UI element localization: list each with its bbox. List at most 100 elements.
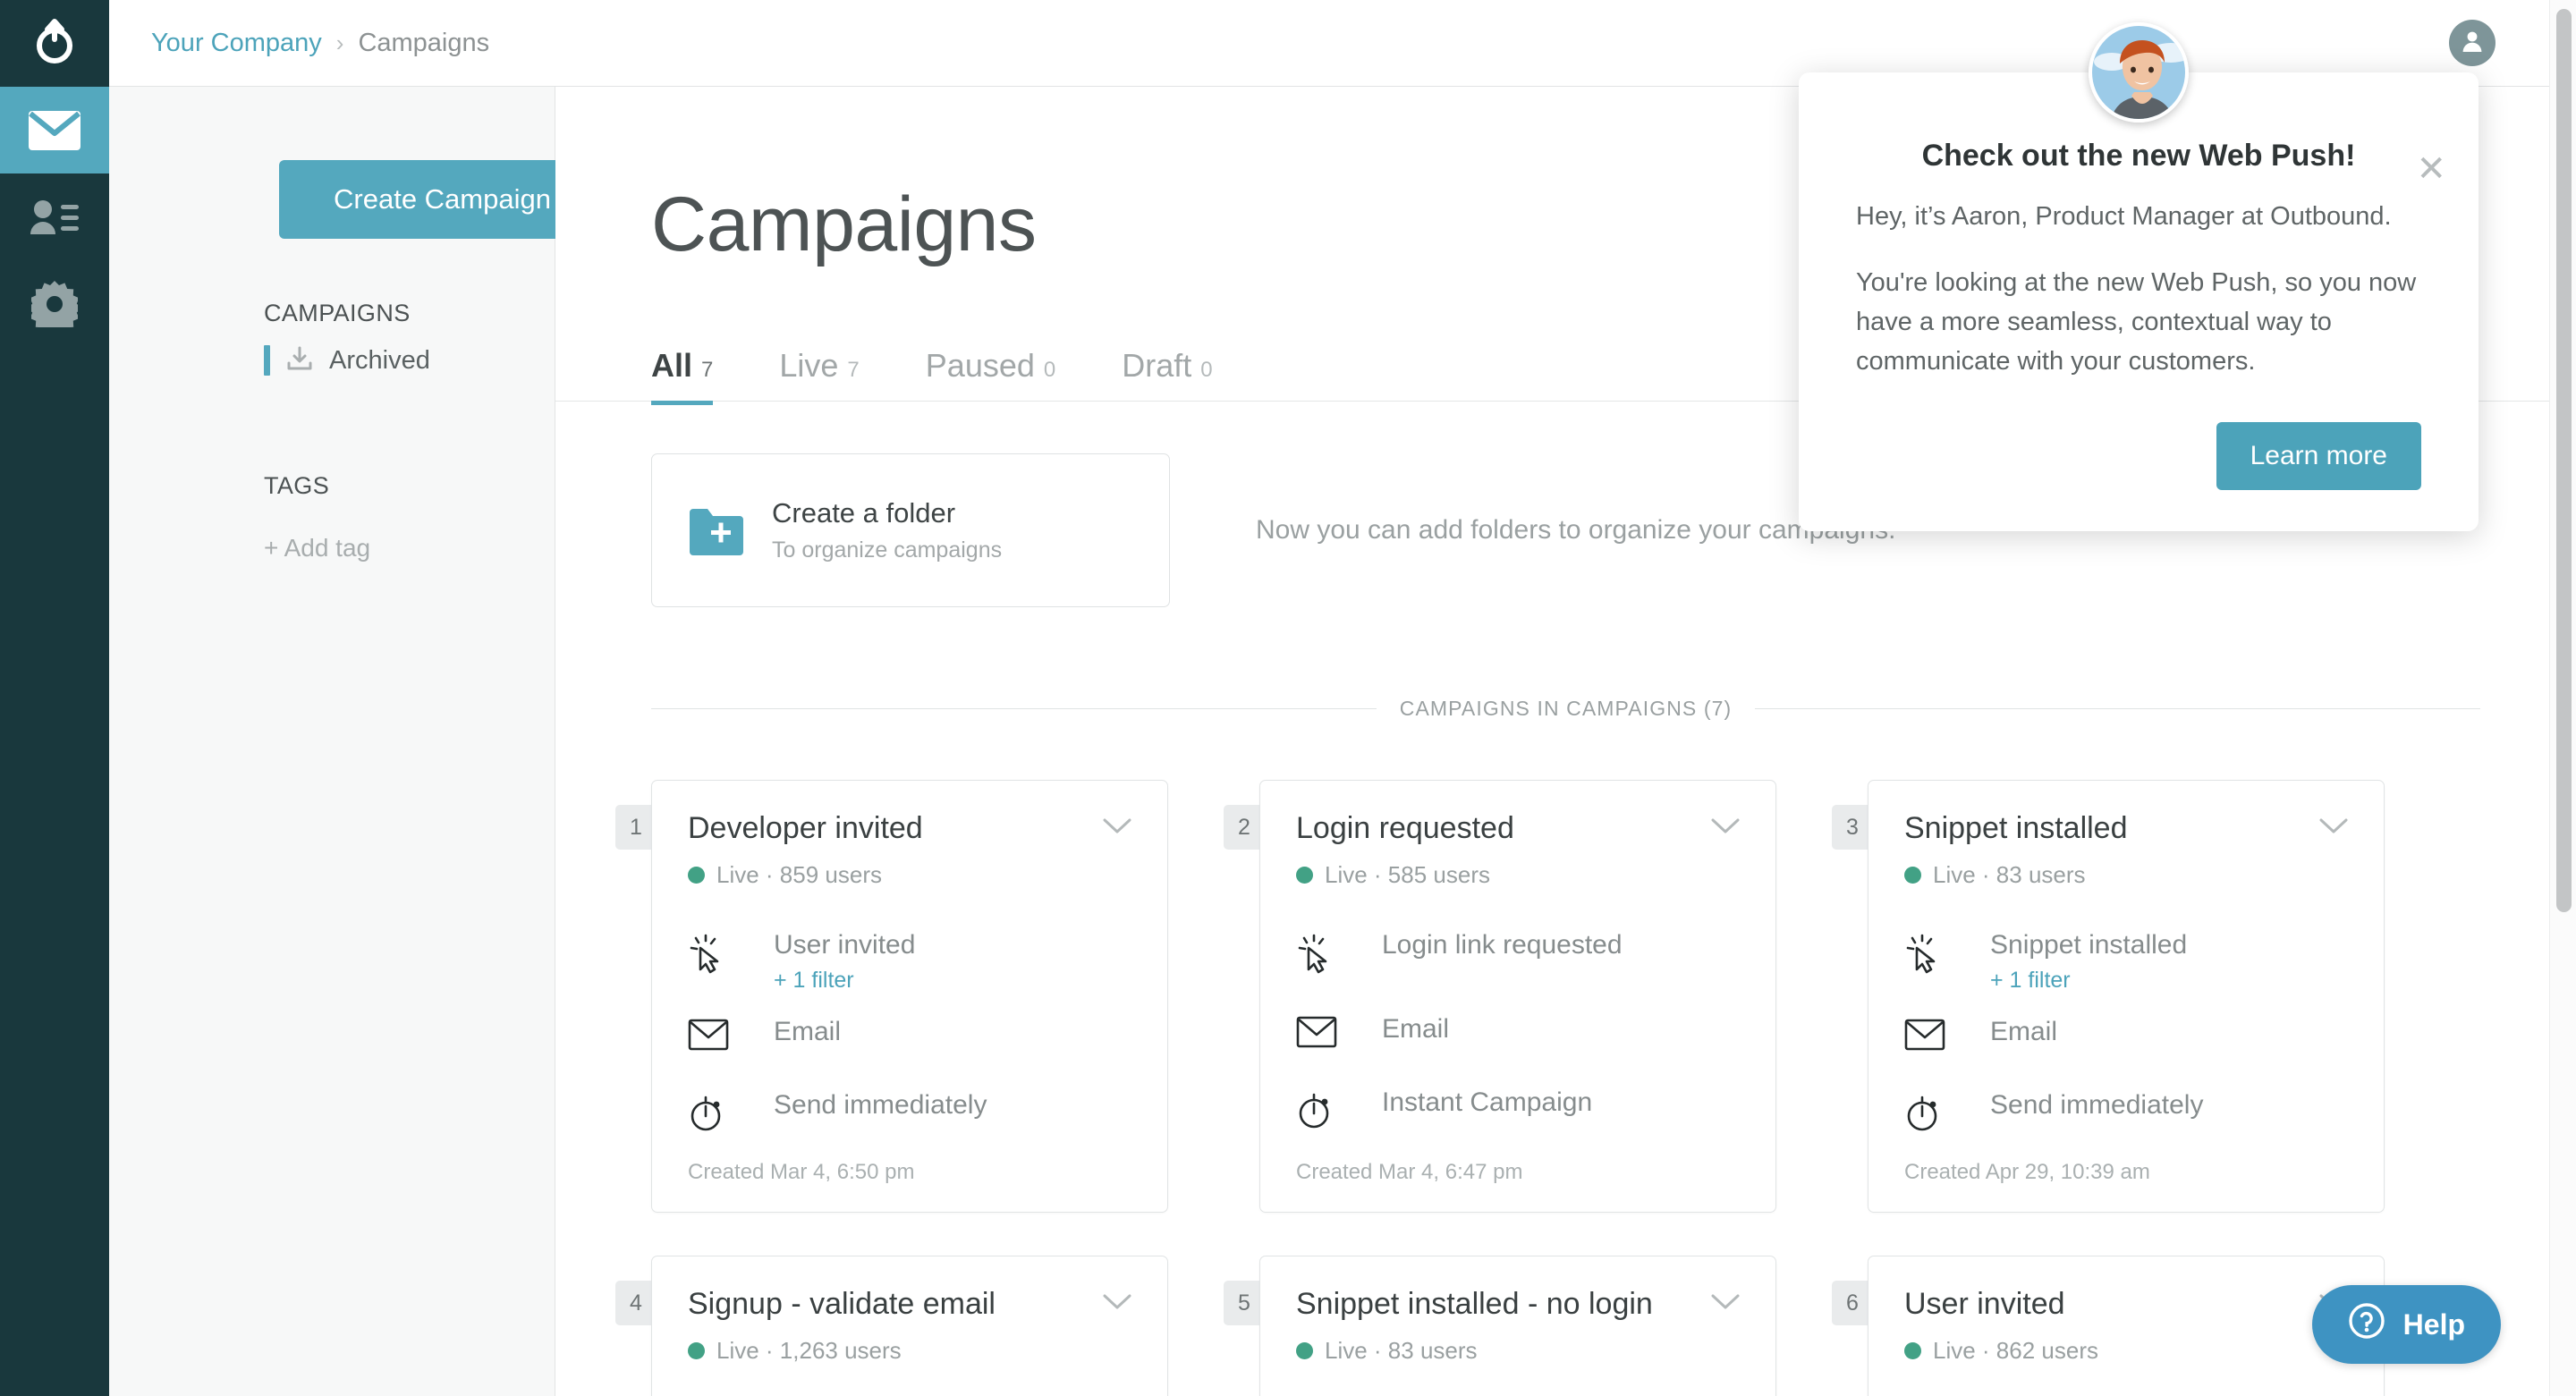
campaign-status: Live · 585 users bbox=[1296, 861, 1740, 889]
campaign-title: Snippet installed bbox=[1904, 811, 2128, 845]
campaign-channel-label: Email bbox=[774, 1016, 842, 1046]
add-tag-button[interactable]: + Add tag bbox=[109, 534, 555, 563]
campaign-created: Created Mar 4, 6:50 pm bbox=[688, 1160, 915, 1184]
campaign-card[interactable]: Developer invited Live · 859 users User … bbox=[651, 780, 1168, 1213]
tab-paused[interactable]: Paused 0 bbox=[926, 347, 1055, 405]
status-dot-icon bbox=[1296, 866, 1313, 884]
campaign-channel-row: Email bbox=[688, 1017, 1131, 1051]
learn-more-button[interactable]: Learn more bbox=[2216, 422, 2421, 491]
campaign-card[interactable]: Snippet installed - no login Live · 83 u… bbox=[1259, 1256, 1776, 1396]
user-avatar-button[interactable] bbox=[2449, 20, 2496, 66]
sidebar-item-archived[interactable]: Archived bbox=[109, 345, 555, 376]
campaign-channel-texts: Email bbox=[1990, 1017, 2057, 1047]
campaign-card-wrap: 6 User invited Live · 862 users bbox=[1832, 1256, 2385, 1396]
campaign-card-head: Login requested bbox=[1296, 810, 1740, 847]
click-cursor-icon bbox=[1904, 930, 1990, 975]
popover-body: Hey, it’s Aaron, Product Manager at Outb… bbox=[1856, 197, 2421, 381]
campaign-trigger-label: Login link requested bbox=[1382, 929, 1623, 960]
icon-rail bbox=[0, 0, 109, 1396]
rail-item-people[interactable] bbox=[0, 173, 109, 260]
person-photo-avatar bbox=[2089, 22, 2189, 123]
campaign-title: Snippet installed - no login bbox=[1296, 1287, 1653, 1321]
web-push-popover: ✕ Check out the new Web Push! Hey, it’s … bbox=[1799, 22, 2479, 532]
campaign-rows: Login link requested Email Instant Campa… bbox=[1296, 930, 1740, 1130]
campaign-title: Signup - validate email bbox=[688, 1287, 996, 1321]
scrollbar-thumb[interactable] bbox=[2556, 9, 2572, 912]
campaign-channel-row: Email bbox=[1904, 1017, 2348, 1051]
close-icon[interactable]: ✕ bbox=[2416, 151, 2446, 187]
chevron-down-icon[interactable] bbox=[2319, 810, 2348, 840]
folder-plus-icon bbox=[688, 505, 743, 555]
tab-label: Draft bbox=[1122, 347, 1192, 384]
create-folder-card[interactable]: Create a folder To organize campaigns bbox=[651, 453, 1170, 607]
chevron-down-icon[interactable] bbox=[1103, 1286, 1131, 1316]
app-root: Your Company › Campaigns Create Campaign bbox=[0, 0, 2576, 1396]
gear-icon bbox=[31, 280, 78, 327]
campaign-card-wrap: 5 Snippet installed - no login Live · 83 bbox=[1224, 1256, 1776, 1396]
campaign-title: Login requested bbox=[1296, 811, 1514, 845]
campaign-card[interactable]: Snippet installed Live · 83 users Snippe… bbox=[1868, 780, 2385, 1213]
envelope-outline-icon bbox=[688, 1017, 774, 1051]
campaign-timing-label: Send immediately bbox=[1990, 1089, 2204, 1120]
chevron-down-icon[interactable] bbox=[1711, 810, 1740, 840]
tab-label: All bbox=[651, 347, 693, 384]
campaign-trigger-texts: User invited + 1 filter bbox=[774, 930, 915, 994]
campaign-created: Created Apr 29, 10:39 am bbox=[1904, 1160, 2150, 1184]
tags-section-label: TAGS bbox=[264, 472, 330, 499]
divider-line-right bbox=[1755, 708, 2481, 709]
tab-all[interactable]: All 7 bbox=[651, 347, 714, 405]
campaign-status: Live · 1,263 users bbox=[688, 1337, 1131, 1365]
campaign-trigger-texts: Login link requested bbox=[1382, 930, 1623, 960]
section-divider: CAMPAIGNS IN CAMPAIGNS (7) bbox=[651, 697, 2481, 721]
campaign-timing-row: Send immediately bbox=[1904, 1090, 2348, 1133]
campaign-rows: Snippet installed + 1 filter Email Send … bbox=[1904, 930, 2348, 1133]
chevron-down-icon[interactable] bbox=[1103, 810, 1131, 840]
campaign-title: Developer invited bbox=[688, 811, 923, 845]
help-button[interactable]: Help bbox=[2311, 1285, 2501, 1364]
page-scrollbar[interactable] bbox=[2549, 0, 2576, 1396]
campaign-channel-row: Email bbox=[1296, 1014, 1740, 1048]
campaign-trigger-label: User invited bbox=[774, 929, 916, 960]
status-dot-icon bbox=[1904, 866, 1921, 884]
tab-draft[interactable]: Draft 0 bbox=[1122, 347, 1212, 405]
popover-paragraph-1: Hey, it’s Aaron, Product Manager at Outb… bbox=[1856, 202, 2392, 231]
breadcrumb-company[interactable]: Your Company bbox=[151, 29, 322, 58]
breadcrumb-current: Campaigns bbox=[358, 28, 490, 57]
status-dot-icon bbox=[1296, 1341, 1313, 1359]
user-avatar-icon bbox=[2460, 29, 2485, 58]
rail-item-campaigns[interactable] bbox=[0, 87, 109, 173]
tab-label: Paused bbox=[925, 347, 1035, 384]
campaign-card[interactable]: Login requested Live · 585 users Login l… bbox=[1259, 780, 1776, 1213]
folder-card-title: Create a folder bbox=[772, 497, 956, 529]
envelope-outline-icon bbox=[1904, 1017, 1990, 1051]
campaign-status: Live · 83 users bbox=[1296, 1337, 1740, 1365]
campaign-timing-texts: Send immediately bbox=[1990, 1090, 2203, 1121]
campaign-filter-link[interactable]: + 1 filter bbox=[774, 968, 915, 994]
divider-line-left bbox=[651, 708, 1377, 709]
campaign-filter-link[interactable]: + 1 filter bbox=[1990, 968, 2187, 994]
campaign-timing-row: Send immediately bbox=[688, 1090, 1131, 1133]
tab-count: 0 bbox=[1043, 358, 1056, 382]
status-text: Live · 862 users bbox=[1933, 1336, 2098, 1364]
campaign-title: User invited bbox=[1904, 1287, 2065, 1321]
chevron-down-icon[interactable] bbox=[1711, 1286, 1740, 1316]
rail-item-logo[interactable] bbox=[0, 0, 109, 87]
campaign-timing-label: Send immediately bbox=[774, 1089, 987, 1120]
status-text: Live · 1,263 users bbox=[716, 1336, 902, 1364]
rail-item-settings[interactable] bbox=[0, 260, 109, 347]
popover-title: Check out the new Web Push! bbox=[1921, 139, 2356, 173]
campaign-trigger-row: Snippet installed + 1 filter bbox=[1904, 930, 2348, 994]
tab-count: 7 bbox=[847, 358, 860, 382]
campaign-timing-texts: Instant Campaign bbox=[1382, 1087, 1592, 1118]
create-campaign-wrap: Create Campaign bbox=[109, 160, 606, 239]
section-divider-label: CAMPAIGNS IN CAMPAIGNS (7) bbox=[1399, 697, 1733, 720]
campaign-timing-texts: Send immediately bbox=[774, 1090, 987, 1121]
tab-live[interactable]: Live 7 bbox=[779, 347, 859, 405]
campaign-timing-row: Instant Campaign bbox=[1296, 1087, 1740, 1130]
campaign-trigger-row: Login link requested bbox=[1296, 930, 1740, 975]
status-text: Live · 83 users bbox=[1933, 860, 2086, 888]
campaign-card[interactable]: User invited Live · 862 users bbox=[1868, 1256, 2385, 1396]
campaign-card-head: Snippet installed - no login bbox=[1296, 1286, 1740, 1323]
outbound-logo-icon bbox=[31, 18, 78, 70]
campaign-card[interactable]: Signup - validate email Live · 1,263 use… bbox=[651, 1256, 1168, 1396]
